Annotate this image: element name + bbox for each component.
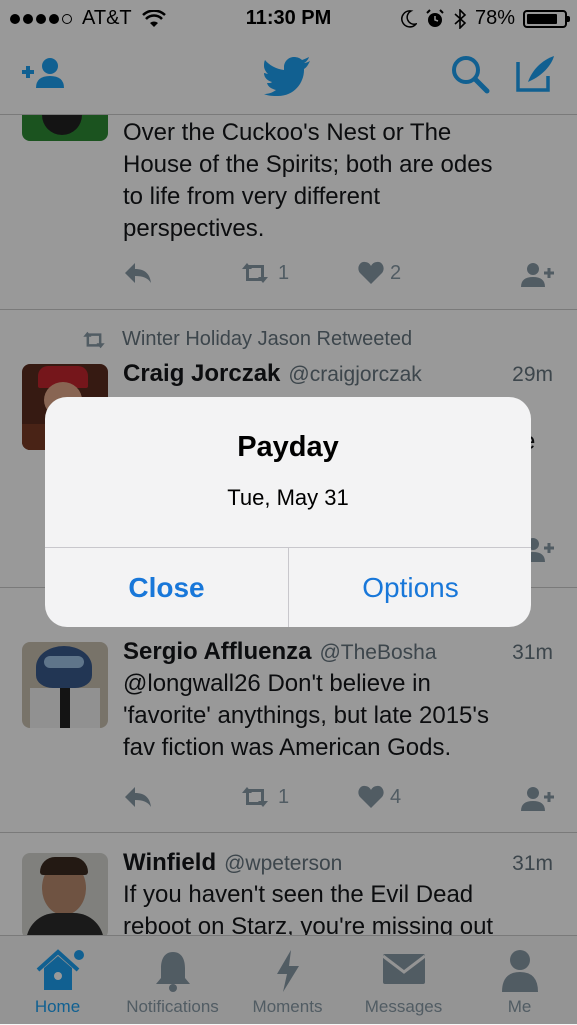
options-button[interactable]: Options (289, 548, 531, 627)
reminder-alert: Payday Tue, May 31 Close Options (45, 397, 531, 627)
close-button[interactable]: Close (45, 548, 288, 627)
alert-title: Payday (237, 431, 339, 463)
alert-message: Tue, May 31 (227, 485, 349, 510)
